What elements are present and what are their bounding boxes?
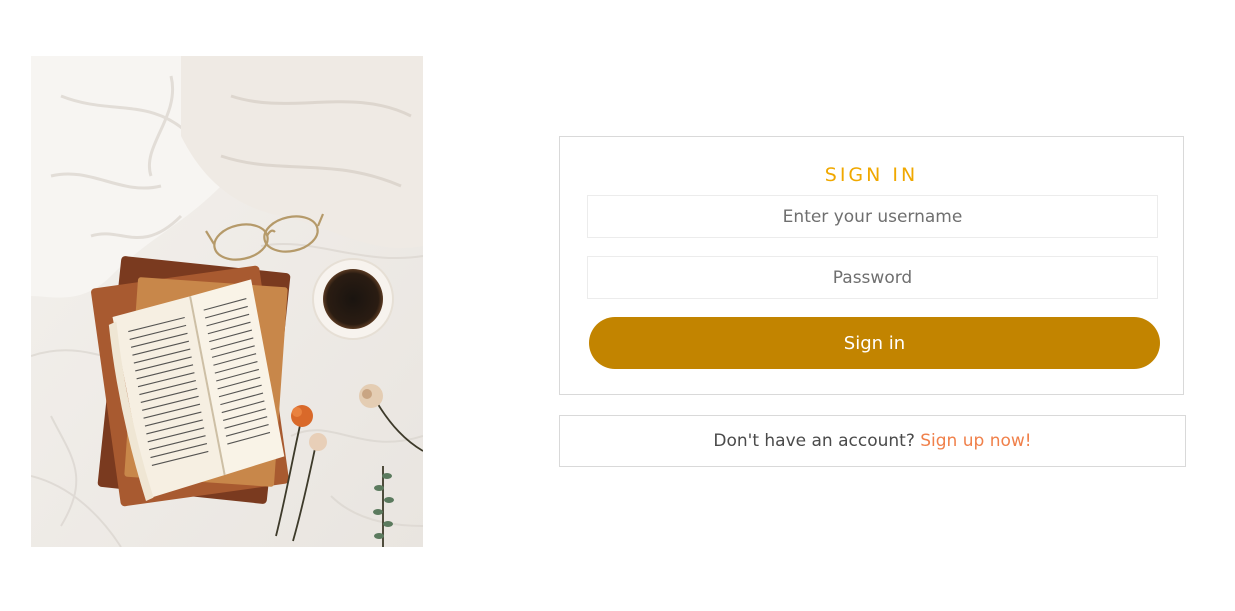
hero-image (31, 56, 423, 547)
sign-up-prompt-box: Don't have an account? Sign up now! (559, 415, 1186, 467)
sign-in-form: SIGN IN Sign in (559, 136, 1184, 395)
sign-up-prompt-text: Don't have an account? (713, 431, 921, 451)
sign-in-page: SIGN IN Sign in Don't have an account? S… (0, 0, 1235, 611)
sign-up-link[interactable]: Sign up now! (920, 431, 1031, 451)
sign-in-title: SIGN IN (824, 164, 919, 186)
sign-in-button[interactable]: Sign in (589, 317, 1160, 369)
password-input[interactable] (587, 256, 1158, 299)
username-input[interactable] (587, 195, 1158, 238)
hero-illustration (31, 56, 423, 547)
